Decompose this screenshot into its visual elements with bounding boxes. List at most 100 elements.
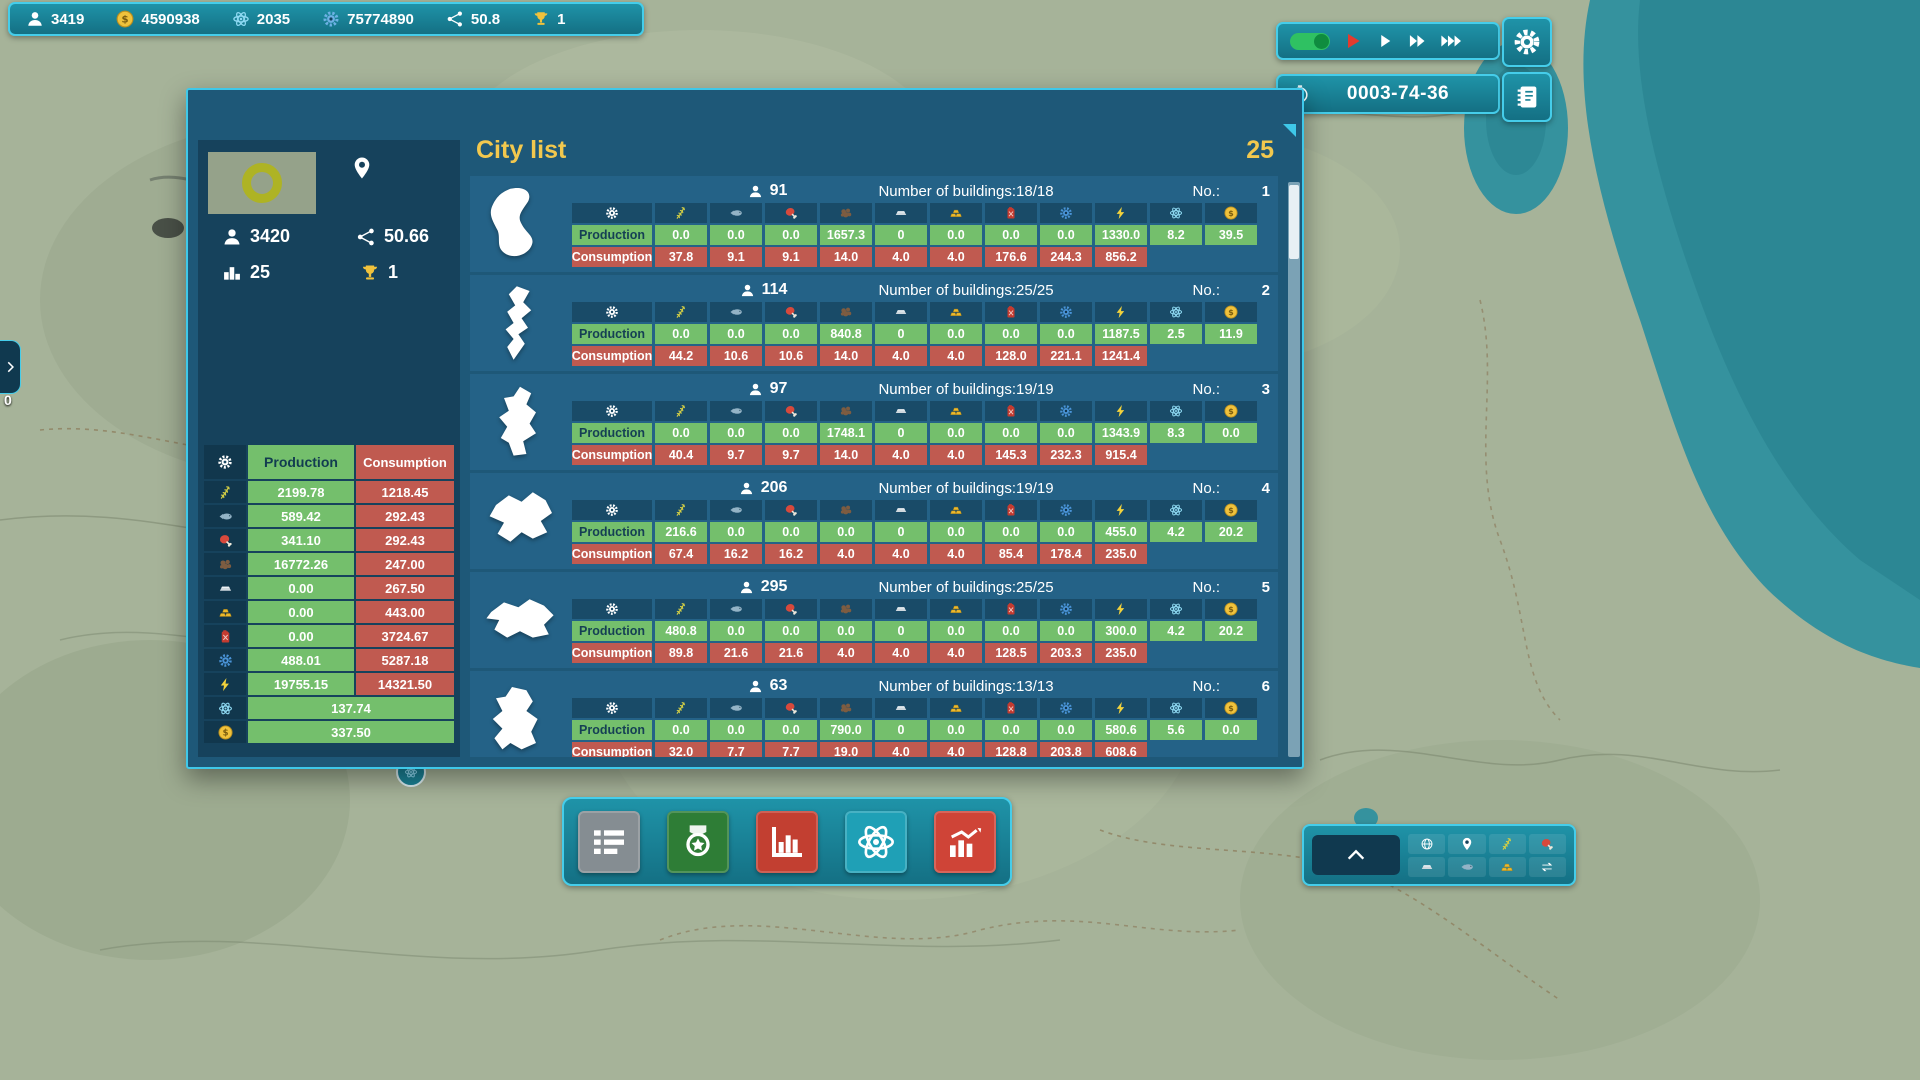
minimap-toggle-fish[interactable] (1448, 857, 1485, 877)
city-table-icon-row: $ (572, 401, 1270, 421)
journal-button[interactable] (1502, 72, 1552, 122)
settings-gear-icon (1513, 28, 1541, 56)
city-row[interactable]: 91 Number of buildings:18/18 No.: 1 $ Pr… (470, 176, 1278, 272)
country-network-stat: 50.66 (356, 226, 429, 247)
wheat-icon (674, 602, 688, 616)
city-list-rows: 91 Number of buildings:18/18 No.: 1 $ Pr… (470, 176, 1278, 757)
gold-icon (949, 404, 963, 418)
city-row[interactable]: 206 Number of buildings:19/19 No.: 4 $ P… (470, 473, 1278, 569)
production-value: 0.0 (765, 522, 817, 542)
city-table-icon-row: $ (572, 599, 1270, 619)
industry-icon (322, 10, 340, 28)
consumption-value: 19.0 (820, 742, 872, 757)
pause-state-icon[interactable] (1343, 31, 1363, 51)
gold-icon (949, 602, 963, 616)
consumption-value: 443.00 (356, 601, 454, 623)
scrollbar-thumb[interactable] (1289, 185, 1299, 259)
production-value: 1657.3 (820, 225, 872, 245)
minimap-toggle-iron[interactable] (1408, 857, 1445, 877)
column-header (985, 203, 1037, 223)
settings-button[interactable] (1502, 17, 1552, 67)
consumption-value: 4.0 (875, 445, 927, 465)
consumption-value: 915.4 (1095, 445, 1147, 465)
consumption-value: 7.7 (765, 742, 817, 757)
production-value: 580.6 (1095, 720, 1147, 740)
play-button[interactable] (1376, 32, 1394, 50)
city-production-row: Production 0.00.00.01657.300.00.00.01330… (572, 225, 1270, 245)
fast-forward-button[interactable] (1407, 31, 1427, 51)
consumption-value: 145.3 (985, 445, 1037, 465)
column-header (1150, 401, 1202, 421)
column-header (1150, 500, 1202, 520)
production-value: 39.5 (1205, 225, 1257, 245)
column-header (985, 302, 1037, 322)
machinery-icon (1059, 503, 1073, 517)
wheat-icon (218, 485, 233, 500)
country-table-row: 0.00 3724.67 (204, 625, 454, 647)
consumption-value: 85.4 (985, 544, 1037, 564)
production-value: 4.2 (1150, 621, 1202, 641)
fuel-icon (1004, 206, 1018, 220)
fish-icon (729, 305, 743, 319)
minimap-expand-button[interactable] (1312, 835, 1400, 875)
city-row[interactable]: 63 Number of buildings:13/13 No.: 6 $ Pr… (470, 671, 1278, 757)
city-row[interactable]: 295 Number of buildings:25/25 No.: 5 $ P… (470, 572, 1278, 668)
city-buildings: Number of buildings:25/25 (878, 579, 1053, 596)
production-value: 0.0 (765, 423, 817, 443)
money-icon: $ (116, 10, 134, 28)
production-value: 0.0 (655, 324, 707, 344)
svg-text:$: $ (1228, 308, 1233, 317)
column-header (875, 599, 927, 619)
city-row-header: 295 Number of buildings:25/25 No.: 5 (572, 575, 1270, 599)
city-row-header: 114 Number of buildings:25/25 No.: 2 (572, 278, 1270, 302)
consumption-value: 232.3 (1040, 445, 1092, 465)
column-header (985, 401, 1037, 421)
consumption-value: 267.50 (356, 577, 454, 599)
minimap-toggle-meat[interactable] (1529, 834, 1566, 854)
production-value: 1187.5 (1095, 324, 1147, 344)
minimap-toggle-gold[interactable] (1489, 857, 1526, 877)
consumption-value: 7.7 (710, 742, 762, 757)
side-panel-toggle[interactable] (0, 340, 21, 394)
science-icon (1169, 305, 1183, 319)
city-number: 2 (1244, 282, 1270, 299)
production-value: 0.0 (930, 522, 982, 542)
production-value: 0.0 (1205, 720, 1257, 740)
city-row[interactable]: 97 Number of buildings:19/19 No.: 3 $ Pr… (470, 374, 1278, 470)
column-header: $ (1205, 698, 1257, 718)
speed-toggle[interactable] (1290, 33, 1330, 50)
iron-icon (894, 701, 908, 715)
minimap-toggle-pin[interactable] (1448, 834, 1485, 854)
consumption-value: 16.2 (710, 544, 762, 564)
scrollbar[interactable] (1288, 182, 1300, 757)
production-value: 16772.26 (248, 553, 354, 575)
fish-icon (1460, 860, 1474, 874)
column-header (765, 302, 817, 322)
iron-icon (894, 305, 908, 319)
production-value: 0.0 (710, 720, 762, 740)
toolbar-statistics-button[interactable] (756, 811, 818, 873)
toolbar-economy-button[interactable] (934, 811, 996, 873)
consumption-label: Consumption (572, 544, 652, 564)
machinery-icon (1059, 305, 1073, 319)
toolbar-overview-button[interactable] (578, 811, 640, 873)
science-icon (1169, 602, 1183, 616)
consumption-header: Consumption (356, 445, 454, 479)
city-row[interactable]: 114 Number of buildings:25/25 No.: 2 $ P… (470, 275, 1278, 371)
wheat-icon (674, 404, 688, 418)
toolbar-research-button[interactable] (845, 811, 907, 873)
minimap-toggle-wheat[interactable] (1489, 834, 1526, 854)
consumption-value: 9.7 (710, 445, 762, 465)
minimap-toggle-globe[interactable] (1408, 834, 1445, 854)
production-value: 0 (875, 621, 927, 641)
city-shape (470, 473, 570, 569)
machinery-icon (1059, 701, 1073, 715)
production-value: 19755.15 (248, 673, 354, 695)
fastest-forward-button[interactable] (1440, 30, 1462, 52)
consumption-value: 14.0 (820, 445, 872, 465)
meat-icon (784, 602, 798, 616)
minimap-toggle-swap[interactable] (1529, 857, 1566, 877)
production-value: 455.0 (1095, 522, 1147, 542)
city-list-dialog: 3420 50.66 25 1 Production Consumption (186, 88, 1304, 769)
toolbar-achievements-button[interactable] (667, 811, 729, 873)
